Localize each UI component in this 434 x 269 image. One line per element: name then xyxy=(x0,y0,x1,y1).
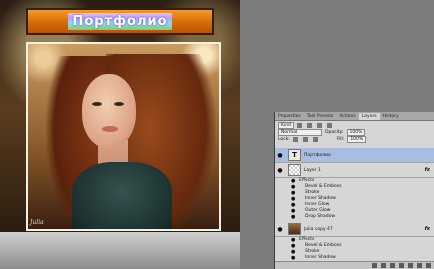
lock-pixels-icon[interactable] xyxy=(292,137,298,142)
tab-layers[interactable]: Layers xyxy=(358,113,380,120)
layers-panel: Properties Tool Presets Actions Layers H… xyxy=(274,112,434,269)
tab-history[interactable]: History xyxy=(380,113,402,120)
filter-adjustment-icon[interactable] xyxy=(306,123,312,128)
banner-title: Портфолио xyxy=(68,13,172,30)
lock-row: Lock: Fill: 100% xyxy=(275,136,434,143)
add-mask-icon[interactable] xyxy=(390,263,395,268)
portrait-photo xyxy=(26,42,221,231)
new-group-icon[interactable] xyxy=(408,263,413,268)
filter-shape-icon[interactable] xyxy=(326,123,332,128)
fx-icon[interactable]: fx xyxy=(425,226,430,232)
tab-properties[interactable]: Properties xyxy=(275,113,304,120)
blouse-shape xyxy=(72,162,172,229)
face-shape xyxy=(82,74,136,148)
filter-kind-select[interactable]: Kind xyxy=(278,122,294,129)
visibility-eye-icon[interactable]: ● xyxy=(275,167,285,174)
layer-name[interactable]: Julia copy 47 xyxy=(304,227,333,232)
link-layers-icon[interactable] xyxy=(372,263,377,268)
workspace-background xyxy=(240,0,274,269)
visibility-eye-icon[interactable]: ● xyxy=(275,226,285,233)
opacity-input[interactable]: 100% xyxy=(346,129,366,136)
filter-type-icon[interactable] xyxy=(316,123,322,128)
lock-position-icon[interactable] xyxy=(302,137,308,142)
document-canvas[interactable]: Портфолио Julia xyxy=(0,0,240,269)
text-layer-thumbnail: T xyxy=(288,149,301,161)
layer-name[interactable]: Портфолио xyxy=(304,153,331,158)
title-banner: Портфолио xyxy=(26,8,214,35)
lock-all-icon[interactable] xyxy=(312,137,318,142)
visibility-eye-icon[interactable]: ● xyxy=(291,214,295,220)
adjustment-layer-icon[interactable] xyxy=(399,263,404,268)
blend-mode-select[interactable]: Normal xyxy=(278,129,322,136)
layer-thumbnail xyxy=(288,164,301,176)
lock-label: Lock: xyxy=(278,137,290,142)
canvas-bottom-strip xyxy=(0,232,240,269)
layer-row-photo[interactable]: ● Julia copy 47 fx xyxy=(275,222,434,237)
fill-input[interactable]: 100% xyxy=(347,136,367,143)
filter-row: Kind xyxy=(275,122,434,129)
eye-shape xyxy=(92,102,102,106)
panel-tabs: Properties Tool Presets Actions Layers H… xyxy=(275,112,434,121)
visibility-eye-icon[interactable]: ● xyxy=(275,152,285,159)
fx-icon[interactable]: fx xyxy=(425,167,430,173)
layer-name[interactable]: Layer 1 xyxy=(304,168,321,173)
tab-actions[interactable]: Actions xyxy=(336,113,358,120)
fill-label: Fill: xyxy=(336,137,345,142)
layer-row-layer1[interactable]: ● Layer 1 fx xyxy=(275,163,434,178)
photo-layer-thumbnail xyxy=(288,223,301,235)
blend-row: Normal Opacity: 100% xyxy=(275,129,434,136)
eye-shape xyxy=(114,102,124,106)
tab-tool-presets[interactable]: Tool Presets xyxy=(304,113,337,120)
add-style-icon[interactable] xyxy=(381,263,386,268)
delete-layer-icon[interactable] xyxy=(426,263,431,268)
lips-shape xyxy=(102,126,118,132)
new-layer-icon[interactable] xyxy=(417,263,422,268)
layer-row-text[interactable]: ● T Портфолио xyxy=(275,148,434,163)
opacity-label: Opacity: xyxy=(325,130,344,135)
filter-pixel-icon[interactable] xyxy=(296,123,302,128)
layers-footer-toolbar xyxy=(275,261,434,269)
effect-item[interactable]: ● Drop Shadow xyxy=(275,214,434,220)
watermark: Julia xyxy=(30,219,44,226)
